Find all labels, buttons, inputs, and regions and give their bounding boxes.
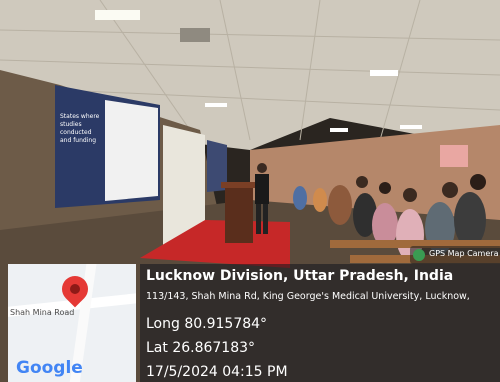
speaker-head bbox=[257, 163, 267, 173]
photo-frame: States where studies conducted and fundi… bbox=[0, 0, 500, 382]
google-logo: Google bbox=[16, 358, 83, 378]
ceiling-light bbox=[205, 103, 227, 107]
geotag-info: Lucknow Division, Uttar Pradesh, India 1… bbox=[140, 264, 500, 382]
speaker-leg bbox=[256, 204, 261, 234]
speaker-leg bbox=[263, 204, 268, 234]
ceiling-light bbox=[330, 128, 348, 132]
location-title: Lucknow Division, Uttar Pradesh, India bbox=[146, 268, 454, 284]
map-thumbnail: Shah Mina Road Google bbox=[8, 264, 136, 382]
slide-content bbox=[105, 100, 158, 201]
map-road-label: Shah Mina Road bbox=[10, 308, 75, 317]
ceiling-light bbox=[95, 10, 140, 20]
gps-badge-label: GPS Map Camera bbox=[429, 249, 499, 258]
podium bbox=[225, 185, 253, 243]
datetime: 17/5/2024 04:15 PM bbox=[146, 364, 288, 380]
ac-vent bbox=[180, 28, 210, 42]
ceiling-light bbox=[370, 70, 398, 76]
gps-camera-icon bbox=[413, 249, 425, 261]
window bbox=[440, 145, 468, 167]
address-line: 113/143, Shah Mina Rd, King George's Med… bbox=[146, 291, 470, 302]
speaker-body bbox=[255, 174, 269, 204]
geotag-overlay: Shah Mina Road Google Lucknow Division, … bbox=[0, 264, 500, 382]
ceiling-light bbox=[400, 125, 422, 129]
location-pin-dot bbox=[70, 284, 80, 294]
latitude: Lat 26.867183° bbox=[146, 340, 256, 356]
longitude: Long 80.915784° bbox=[146, 316, 268, 332]
gps-camera-badge: GPS Map Camera bbox=[410, 246, 500, 264]
podium-top bbox=[221, 182, 257, 188]
